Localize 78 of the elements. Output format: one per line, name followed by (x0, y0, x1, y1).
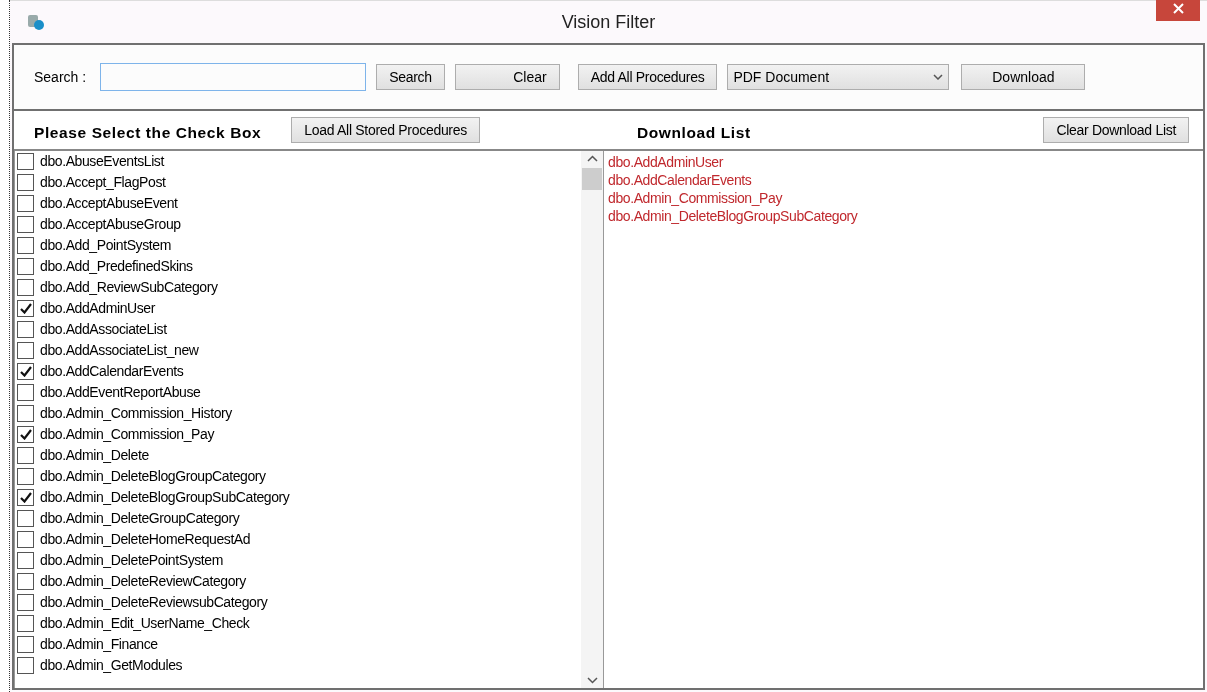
procedure-name[interactable]: dbo.Admin_DeleteHomeRequestAd (40, 529, 251, 550)
download-item[interactable]: dbo.Admin_DeleteBlogGroupSubCategory (608, 207, 1203, 225)
checkbox[interactable] (17, 258, 34, 275)
checkbox[interactable] (17, 573, 34, 590)
checkmark-icon (19, 303, 32, 314)
procedure-name[interactable]: dbo.Admin_DeleteBlogGroupCategory (40, 466, 266, 487)
procedure-name[interactable]: dbo.Admin_Commission_History (40, 403, 232, 424)
checkbox[interactable] (17, 510, 34, 527)
checkbox[interactable] (17, 636, 34, 653)
checkbox[interactable] (17, 279, 34, 296)
download-item[interactable]: dbo.AddAdminUser (608, 153, 1203, 171)
checkbox[interactable] (17, 300, 34, 317)
checkbox[interactable] (17, 342, 34, 359)
procedure-name[interactable]: dbo.AcceptAbuseGroup (40, 214, 181, 235)
checkbox[interactable] (17, 657, 34, 674)
checkbox[interactable] (17, 405, 34, 422)
procedure-name[interactable]: dbo.Admin_Edit_UserName_Check (40, 613, 250, 634)
checkbox[interactable] (17, 384, 34, 401)
section-heading: Please Select the Check Box (34, 123, 262, 144)
checkbox[interactable] (17, 489, 34, 506)
scrollbar[interactable] (581, 151, 603, 688)
procedure-name[interactable]: dbo.Add_ReviewSubCategory (40, 277, 218, 298)
add-all-button[interactable]: Add All Procedures (577, 64, 718, 90)
section-heading: Download List (637, 123, 751, 144)
download-item[interactable]: dbo.Admin_Commission_Pay (608, 189, 1203, 207)
close-icon (1172, 2, 1184, 14)
procedure-name[interactable]: dbo.Admin_DeleteReviewsubCategory (40, 592, 268, 613)
checkbox[interactable] (17, 447, 34, 464)
load-procedures-button[interactable]: Load All Stored Procedures (291, 117, 480, 143)
checkbox[interactable] (17, 594, 34, 611)
procedure-name[interactable]: dbo.Admin_DeletePointSystem (40, 550, 223, 571)
checkmark-icon (19, 492, 32, 503)
chevron-down-icon (586, 677, 598, 684)
checkbox[interactable] (17, 153, 34, 170)
procedure-name[interactable]: dbo.AddCalendarEvents (40, 361, 184, 382)
clear-download-list-button[interactable]: Clear Download List (1043, 117, 1189, 143)
download-button[interactable]: Download (961, 64, 1086, 90)
procedure-name[interactable]: dbo.Add_PredefinedSkins (40, 256, 193, 277)
procedure-name[interactable]: dbo.Accept_FlagPost (40, 172, 166, 193)
chevron-up-icon (586, 155, 598, 162)
checkmark-icon (19, 429, 32, 440)
checkbox[interactable] (17, 468, 34, 485)
checkbox[interactable] (17, 531, 34, 548)
checkbox[interactable] (17, 426, 34, 443)
procedure-name[interactable]: dbo.AcceptAbuseEvent (40, 193, 178, 214)
procedure-name[interactable]: dbo.Admin_Commission_Pay (40, 424, 215, 445)
window-title: Vision Filter (560, 10, 657, 34)
checkbox[interactable] (17, 552, 34, 569)
procedure-name[interactable]: dbo.Add_PointSystem (40, 235, 171, 256)
search-field[interactable] (100, 63, 367, 91)
procedure-name[interactable]: dbo.Admin_GetModules (40, 655, 183, 676)
scrollbar-thumb[interactable] (582, 168, 602, 190)
procedure-name[interactable]: dbo.AddAdminUser (40, 298, 155, 319)
procedure-name[interactable]: dbo.AbuseEventsList (40, 151, 164, 172)
search-label: Search : (34, 67, 87, 87)
checkbox[interactable] (17, 615, 34, 632)
checkmark-icon (19, 366, 32, 377)
database-globe-icon (27, 13, 45, 31)
chevron-down-icon (933, 74, 944, 80)
checkbox[interactable] (17, 216, 34, 233)
procedure-name[interactable]: dbo.Admin_Delete (40, 445, 149, 466)
checkbox[interactable] (17, 321, 34, 338)
checkbox[interactable] (17, 174, 34, 191)
checkbox[interactable] (17, 237, 34, 254)
format-dropdown[interactable]: PDF Document (727, 64, 950, 90)
procedure-name[interactable]: dbo.Admin_DeleteGroupCategory (40, 508, 240, 529)
procedure-name[interactable]: dbo.Admin_DeleteBlogGroupSubCategory (40, 487, 290, 508)
search-button[interactable]: Search (376, 64, 445, 90)
procedure-name[interactable]: dbo.Admin_DeleteReviewCategory (40, 571, 246, 592)
download-item[interactable]: dbo.AddCalendarEvents (608, 171, 1203, 189)
clear-button[interactable]: Clear (454, 64, 560, 90)
close-button[interactable] (1156, 0, 1200, 21)
checkbox[interactable] (17, 195, 34, 212)
procedure-name[interactable]: dbo.AddAssociateList_new (40, 340, 199, 361)
procedure-name[interactable]: dbo.AddEventReportAbuse (40, 382, 201, 403)
procedure-name[interactable]: dbo.AddAssociateList (40, 319, 167, 340)
checkbox[interactable] (17, 363, 34, 380)
procedure-name[interactable]: dbo.Admin_Finance (40, 634, 158, 655)
